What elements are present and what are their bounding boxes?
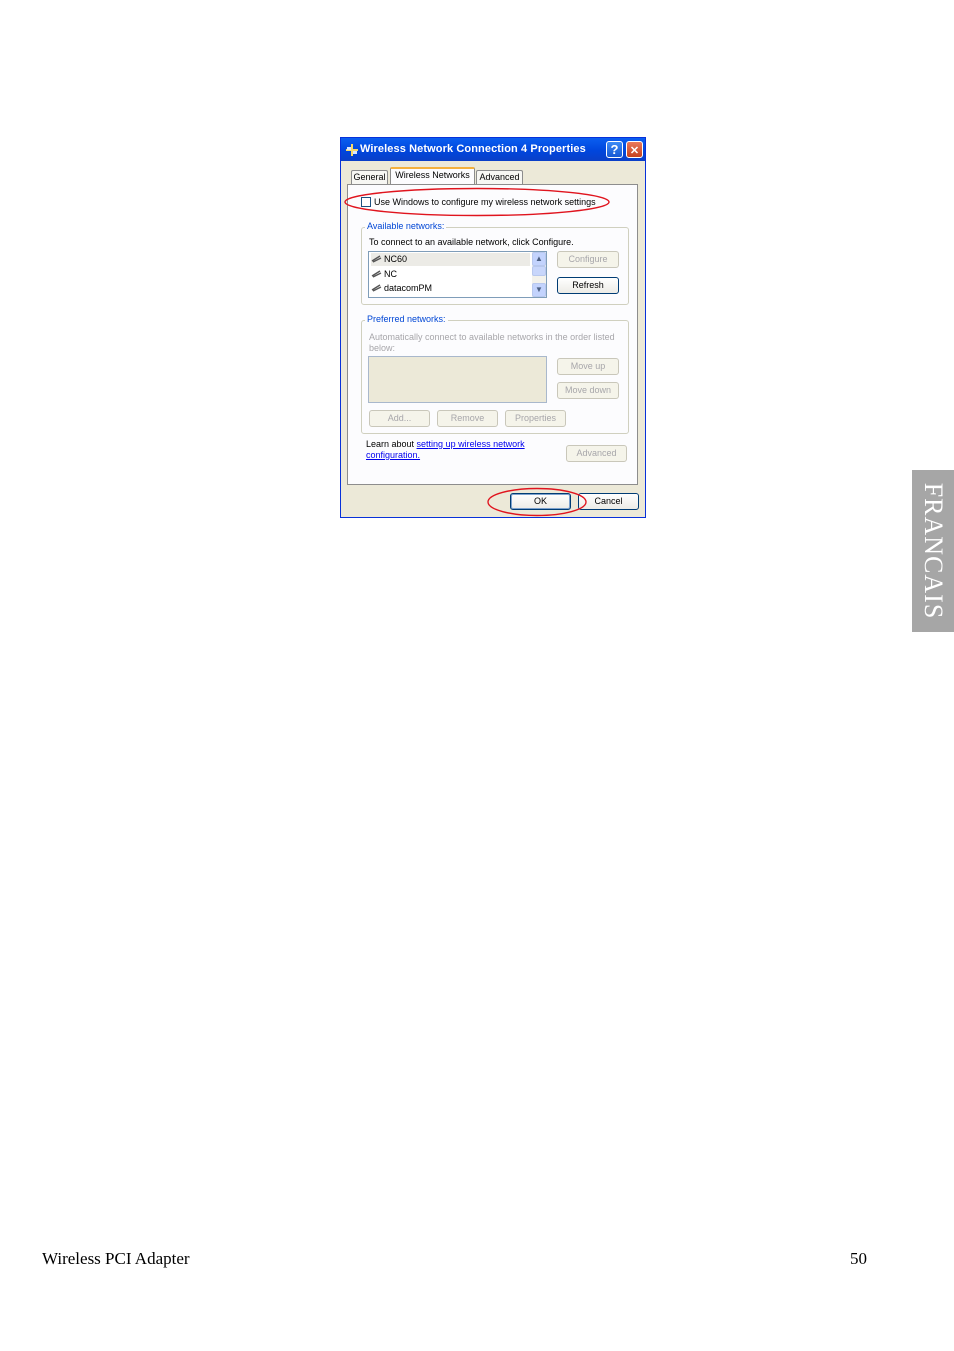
list-item[interactable]: NC60 [371, 253, 530, 266]
list-item[interactable]: NC [371, 268, 397, 281]
learn-link-continued[interactable]: configuration. [366, 450, 420, 460]
language-label: FRANCAIS [919, 482, 948, 620]
cancel-button[interactable]: Cancel [578, 493, 639, 510]
list-item[interactable]: datacomPM [371, 282, 432, 295]
available-networks-list[interactable]: NC60 NC datacomPM ▲ ▼ [368, 251, 547, 298]
tab-wireless-networks[interactable]: Wireless Networks [390, 167, 475, 184]
help-button[interactable]: ? [606, 141, 623, 158]
use-windows-label[interactable]: Use Windows to configure my wireless net… [374, 197, 596, 207]
close-button[interactable]: ✕ [626, 141, 643, 158]
scroll-down-button[interactable]: ▼ [532, 283, 546, 297]
network-name: NC60 [384, 254, 408, 264]
network-name: datacomPM [384, 283, 433, 293]
properties-dialog: Wireless Network Connection 4 Properties… [340, 137, 646, 518]
dialog-body: General Wireless Networks Advanced Use W… [341, 161, 645, 517]
preferred-instruction-line1: Automatically connect to available netwo… [369, 332, 615, 342]
network-connection-icon [346, 144, 358, 156]
configure-button[interactable]: Configure [557, 251, 619, 268]
dialog-title: Wireless Network Connection 4 Properties [360, 143, 586, 155]
preferred-networks-list[interactable] [368, 356, 547, 403]
available-instruction: To connect to an available network, clic… [369, 237, 574, 247]
learn-link[interactable]: setting up wireless network [417, 439, 525, 449]
advanced-button[interactable]: Advanced [566, 445, 627, 462]
wireless-network-icon [371, 284, 382, 292]
title-bar[interactable]: Wireless Network Connection 4 Properties… [341, 138, 645, 161]
chevron-up-icon: ▲ [535, 254, 543, 263]
scroll-up-button[interactable]: ▲ [532, 252, 546, 266]
refresh-button[interactable]: Refresh [557, 277, 619, 294]
add-button[interactable]: Add... [369, 410, 430, 427]
list-scrollbar[interactable]: ▲ ▼ [532, 252, 546, 297]
use-windows-checkbox[interactable] [361, 197, 371, 207]
footer-product-name: Wireless PCI Adapter [42, 1249, 190, 1268]
close-icon: ✕ [629, 145, 640, 157]
wireless-network-icon [371, 270, 382, 278]
wireless-network-icon [371, 255, 382, 263]
tab-general[interactable]: General [351, 170, 388, 184]
tab-advanced[interactable]: Advanced [476, 170, 523, 184]
properties-button[interactable]: Properties [505, 410, 566, 427]
learn-about-text: Learn about setting up wireless network [366, 439, 525, 449]
remove-button[interactable]: Remove [437, 410, 498, 427]
ok-button[interactable]: OK [510, 493, 571, 510]
move-up-button[interactable]: Move up [557, 358, 619, 375]
learn-prefix: Learn about [366, 439, 417, 449]
preferred-instruction-line2: below: [369, 343, 396, 353]
help-icon: ? [610, 142, 619, 157]
preferred-networks-legend: Preferred networks: [365, 314, 448, 324]
chevron-down-icon: ▼ [535, 285, 543, 294]
tab-panel: Use Windows to configure my wireless net… [347, 184, 638, 485]
scroll-thumb[interactable] [532, 266, 546, 276]
footer-page-number: 50 [850, 1249, 867, 1268]
available-networks-legend: Available networks: [365, 221, 447, 231]
move-down-button[interactable]: Move down [557, 382, 619, 399]
language-side-tab: FRANCAIS [912, 470, 954, 632]
network-name: NC [384, 269, 397, 279]
